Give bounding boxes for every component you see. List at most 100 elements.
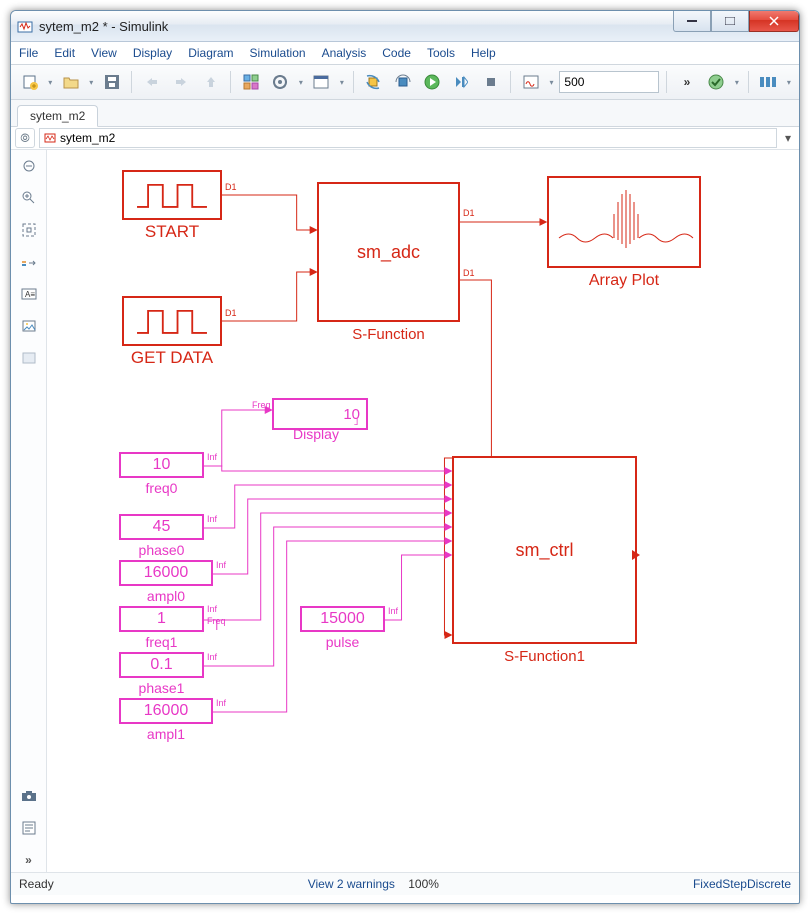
maximize-button[interactable] [711, 11, 749, 32]
port-label: D1 [225, 182, 237, 192]
menu-display[interactable]: Display [133, 46, 172, 60]
library-browser-button[interactable] [238, 69, 263, 95]
dropdown-icon[interactable]: ▾ [297, 78, 305, 87]
sfunction0-name: sm_adc [357, 242, 420, 263]
port-label: Inf [207, 514, 217, 524]
dropdown-icon[interactable]: ▾ [785, 78, 793, 87]
run-button[interactable] [419, 69, 444, 95]
menu-file[interactable]: File [19, 46, 38, 60]
new-model-button[interactable] [17, 69, 42, 95]
close-button[interactable] [749, 11, 799, 32]
fit-to-view-icon[interactable] [17, 218, 41, 242]
sfunction0-label: S-Function [317, 326, 460, 343]
menu-edit[interactable]: Edit [54, 46, 75, 60]
tabbar: sytem_m2 [11, 100, 799, 127]
block-sfunction0[interactable]: sm_adc [317, 182, 460, 322]
app-window: sytem_m2 * - Simulink File Edit View Dis… [10, 10, 800, 904]
minimize-button[interactable] [673, 11, 711, 32]
dropdown-icon[interactable]: ▾ [87, 78, 95, 87]
port-label: D1 [463, 268, 475, 278]
model-config-button[interactable] [268, 69, 293, 95]
status-solver: FixedStepDiscrete [693, 877, 791, 891]
build-button[interactable] [390, 69, 415, 95]
sample-time-legend-icon[interactable] [17, 250, 41, 274]
hide-explorer-icon[interactable] [17, 154, 41, 178]
image-icon[interactable] [17, 314, 41, 338]
sim-mode-button[interactable] [518, 69, 543, 95]
app-icon [17, 18, 33, 34]
annotation-icon[interactable]: A≡ [17, 282, 41, 306]
const-phase0-label: phase0 [119, 542, 204, 558]
menu-help[interactable]: Help [471, 46, 496, 60]
menu-diagram[interactable]: Diagram [188, 46, 233, 60]
port-label: Inf [207, 604, 217, 614]
dropdown-icon[interactable]: ▾ [733, 78, 741, 87]
save-button[interactable] [99, 69, 124, 95]
block-const-phase0[interactable]: 45 [119, 514, 204, 540]
menu-code[interactable]: Code [382, 46, 411, 60]
update-diagram-button[interactable] [361, 69, 386, 95]
block-const-ampl0[interactable]: 16000 [119, 560, 213, 586]
path-text: sytem_m2 [60, 131, 115, 145]
up-button[interactable] [198, 69, 223, 95]
const-pulse-label: pulse [300, 634, 385, 650]
const-ampl0-label: ampl0 [119, 588, 213, 604]
block-getdata-label: GET DATA [112, 348, 232, 368]
port-label: Inf [388, 606, 398, 616]
const-freq0-label: freq0 [119, 480, 204, 496]
block-getdata[interactable] [122, 296, 222, 346]
display-label: Display [272, 426, 360, 442]
block-arrayplot[interactable] [547, 176, 701, 268]
nav-back-icon[interactable]: ⦾ [15, 128, 35, 148]
open-button[interactable] [58, 69, 83, 95]
fast-forward-icon[interactable]: » [674, 69, 699, 95]
titlebar: sytem_m2 * - Simulink [11, 11, 799, 42]
port-label: D1 [463, 208, 475, 218]
block-start[interactable] [122, 170, 222, 220]
block-sfunction1[interactable]: sm_ctrl [452, 456, 637, 644]
block-const-freq1[interactable]: 1 [119, 606, 204, 632]
status-warnings[interactable]: View 2 warnings [308, 877, 395, 891]
show-more-icon[interactable]: » [17, 848, 41, 872]
window-title: sytem_m2 * - Simulink [39, 19, 168, 34]
block-const-phase1[interactable]: 0.1 [119, 652, 204, 678]
back-button[interactable] [139, 69, 164, 95]
model-explorer-button[interactable] [309, 69, 334, 95]
logic-analyzer-button[interactable] [756, 69, 781, 95]
block-const-freq0[interactable]: 10 [119, 452, 204, 478]
check-ok-button[interactable] [704, 69, 729, 95]
zoom-icon[interactable] [17, 186, 41, 210]
const-phase1-label: phase1 [119, 680, 204, 696]
path-dropdown-icon[interactable]: ▾ [781, 131, 795, 145]
area-icon[interactable] [17, 346, 41, 370]
model-properties-icon[interactable] [17, 816, 41, 840]
arrayplot-label: Array Plot [547, 272, 701, 290]
block-const-ampl1[interactable]: 16000 [119, 698, 213, 724]
menu-simulation[interactable]: Simulation [250, 46, 306, 60]
svg-text:A≡: A≡ [25, 290, 35, 299]
stop-time-input[interactable] [559, 71, 659, 93]
status-zoom: 100% [408, 877, 439, 891]
dropdown-icon[interactable]: ▾ [548, 78, 556, 87]
block-const-pulse[interactable]: 15000 [300, 606, 385, 632]
menu-view[interactable]: View [91, 46, 117, 60]
const-freq1-label: freq1 [119, 634, 204, 650]
port-label: Freq [207, 616, 226, 626]
forward-button[interactable] [169, 69, 194, 95]
menu-analysis[interactable]: Analysis [322, 46, 367, 60]
sfunction1-name: sm_ctrl [516, 540, 574, 561]
path-bar: ⦾ sytem_m2 ▾ [11, 127, 799, 150]
dropdown-icon[interactable]: ▾ [46, 78, 54, 87]
port-label: Inf [207, 652, 217, 662]
diagram-canvas[interactable]: START D1 GET DATA D1 sm_adc S-Function D… [47, 150, 799, 872]
sfunction1-label: S-Function1 [452, 648, 637, 665]
stop-button[interactable] [478, 69, 503, 95]
screenshot-icon[interactable] [17, 784, 41, 808]
port-label: Freq [252, 400, 271, 410]
path-field[interactable]: sytem_m2 [39, 128, 777, 148]
step-forward-button[interactable] [449, 69, 474, 95]
model-tab[interactable]: sytem_m2 [17, 105, 98, 127]
menu-tools[interactable]: Tools [427, 46, 455, 60]
dropdown-icon[interactable]: ▾ [338, 78, 346, 87]
port-label: Inf [216, 560, 226, 570]
